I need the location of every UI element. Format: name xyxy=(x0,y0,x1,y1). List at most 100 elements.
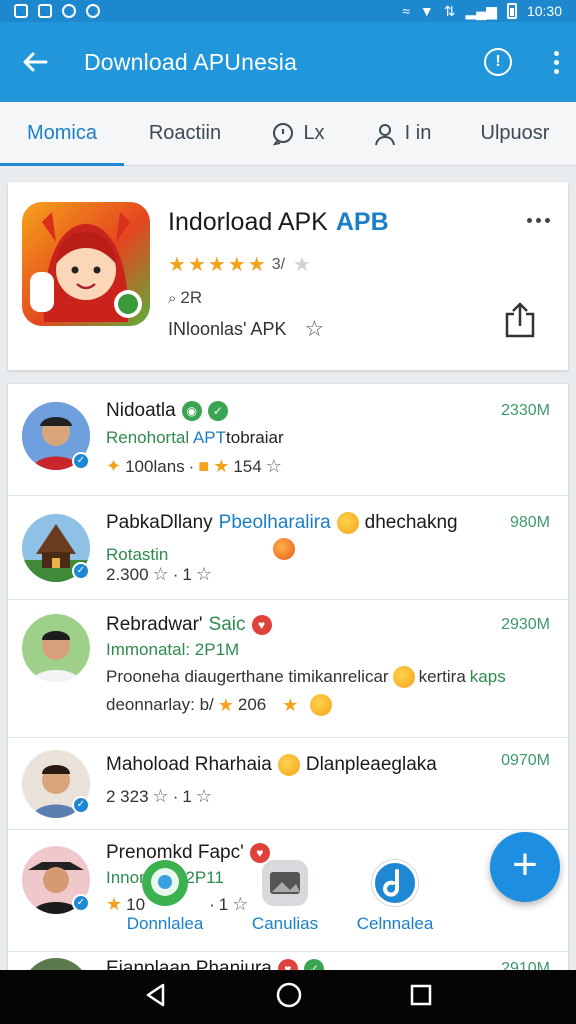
star-icon: ★ xyxy=(217,694,234,715)
wifi-icon: ≈ xyxy=(402,3,410,19)
item-title: Rebradwar' Saic ♥ xyxy=(106,614,272,636)
nav-back-button[interactable] xyxy=(143,982,169,1013)
info-button[interactable]: ! xyxy=(484,48,512,76)
shortcut-canulias[interactable]: Canulias xyxy=(230,860,340,934)
heart-badge-icon: ♥ xyxy=(251,615,272,635)
star-empty-icon: ★ xyxy=(293,254,311,276)
bottom-shortcuts: Donnlalea Canulias Celnnalea xyxy=(100,860,460,940)
chat-bubble-icon xyxy=(142,860,188,906)
item-subtitle: Immonatal: 2P1M xyxy=(106,640,240,659)
separator-dot: · xyxy=(188,456,195,476)
circle-home-icon xyxy=(276,982,302,1007)
app-subtitle-row: INloonlas' APK ☆ xyxy=(168,316,324,342)
list-item[interactable]: ✓ Nidoatla ◉ ✓ 2330M Renohortal APTtobra… xyxy=(8,384,568,496)
item-meta: 2 323 ☆ · 1 ☆ xyxy=(106,786,212,807)
item-title-text: Nidoatla xyxy=(106,400,176,421)
check-badge-icon: ✓ xyxy=(207,401,228,421)
verified-badge-icon: ✓ xyxy=(72,796,90,814)
verified-badge-icon: ✓ xyxy=(72,894,90,912)
star-icon: ★ xyxy=(187,254,206,276)
status-bar: ≈ ▼ ⇅ ▂▄▆ 10:30 xyxy=(0,0,576,22)
featured-app-card[interactable]: Indorload APK APB ★ ★ ★ ★ ★ 3/ ★ ⌕ 2R INloonl… xyxy=(8,182,568,370)
download-count: ⌕ 2R xyxy=(168,288,202,308)
app-name: Indorload APK xyxy=(168,208,328,236)
card-more-button[interactable] xyxy=(527,218,550,223)
item-subtitle-b: APT xyxy=(192,428,227,447)
gallery-notification-icon xyxy=(14,4,28,18)
clock: 10:30 xyxy=(526,3,562,19)
item-size: 2930M xyxy=(501,616,550,633)
tab-ulpuosr[interactable]: Ulpuosr xyxy=(454,102,576,166)
item-title: Nidoatla ◉ ✓ xyxy=(106,400,228,422)
item-title-text: Rebradwar' xyxy=(106,614,203,635)
share-button[interactable] xyxy=(504,302,536,343)
list-item[interactable]: Rebradwar' Saic ♥ 2930M Immonatal: 2P1M … xyxy=(8,600,568,738)
item-title-text: PabkaDllany xyxy=(106,512,213,533)
nav-recents-button[interactable] xyxy=(409,983,433,1012)
list-item[interactable]: ✓ PabkaDllany Pbeolharalira dhechakng 98… xyxy=(8,496,568,600)
item-meta-a: 100lans xyxy=(125,456,185,476)
add-fab-button[interactable]: + xyxy=(490,832,560,902)
rating-score: 3/ xyxy=(271,255,286,273)
tab-i-in[interactable]: I in xyxy=(350,102,454,166)
shortcut-donnlalea[interactable]: Donnlalea xyxy=(110,860,220,934)
emoji-icon xyxy=(392,666,415,688)
star-outline-icon: ☆ xyxy=(195,786,212,806)
list-item[interactable]: ✓ Mahoload Rharhaia Dlanpleaeglaka 0970M… xyxy=(8,738,568,830)
item-meta-b: 154 xyxy=(233,456,262,476)
star-icon: ★ xyxy=(227,254,246,276)
status-left-icons xyxy=(14,4,100,18)
game-badge-icon: ◉ xyxy=(181,401,202,421)
gallery-icon xyxy=(262,860,308,906)
tab-label: Momica xyxy=(26,122,97,144)
tab-label: I in xyxy=(404,122,432,144)
rating-stars: ★ ★ ★ ★ ★ 3/ ★ xyxy=(168,252,311,277)
status-right-icons: ≈ ▼ ⇅ ▂▄▆ 10:30 xyxy=(402,3,562,19)
more-dot-icon xyxy=(553,59,559,65)
item-meta-b: 1 xyxy=(182,564,192,584)
tab-bar: Momica Roactiin Lx I in Ulpuosr xyxy=(0,102,576,166)
star-outline-icon: ☆ xyxy=(265,456,282,476)
item-meta-a: 2.300 xyxy=(106,564,149,584)
sparkle-icon: ★ xyxy=(282,694,299,715)
item-meta-a: 2 323 xyxy=(106,786,149,806)
item-meta-e: 206 xyxy=(237,695,267,714)
more-dot-icon xyxy=(553,50,559,56)
back-button[interactable] xyxy=(0,22,70,102)
app-bar: Download APUnesia ! xyxy=(0,22,576,102)
sync-notification-icon xyxy=(62,4,76,18)
item-meta: Prooneha diaugerthane timikanrelicar ker… xyxy=(106,666,506,688)
app-title: Indorload APK APB xyxy=(168,208,389,237)
tab-lx[interactable]: Lx xyxy=(246,102,350,166)
more-dot-icon xyxy=(536,218,541,223)
item-title-c: dhechakng xyxy=(364,512,458,533)
item-meta-line2: deonnarlay: b/ ★ 206 ★ xyxy=(106,694,333,716)
shortcut-celnnalea[interactable]: Celnnalea xyxy=(340,860,450,934)
item-size: 980M xyxy=(509,514,550,531)
item-title-b: Saic xyxy=(208,614,246,635)
overflow-menu-button[interactable] xyxy=(536,50,576,74)
more-dot-icon xyxy=(545,218,550,223)
avatar xyxy=(22,614,90,682)
battery-icon xyxy=(506,3,517,19)
item-meta-b: 1 xyxy=(182,786,192,806)
item-size: 0970M xyxy=(501,752,550,769)
item-title-text: Mahoload Rharhaia xyxy=(106,754,272,775)
item-subtitle: Rotastin xyxy=(106,538,296,565)
tab-roactiin[interactable]: Roactiin xyxy=(124,102,246,166)
favorite-star-icon[interactable]: ☆ xyxy=(305,316,325,342)
signal-icon: ▂▄▆ xyxy=(465,3,497,19)
item-title: PabkaDllany Pbeolharalira dhechakng xyxy=(106,512,458,534)
shield-icon: ▼ xyxy=(419,3,434,19)
emoji-icon xyxy=(277,754,300,776)
item-title-b: Dlanpleaeglaka xyxy=(305,754,437,775)
nav-home-button[interactable] xyxy=(275,981,303,1014)
star-outline-icon: ☆ xyxy=(195,564,212,584)
square-recents-icon xyxy=(410,984,432,1005)
triangle-back-icon xyxy=(146,983,165,1006)
item-meta-b: kertira xyxy=(418,667,466,686)
item-subtitle: Renohortal APTtobraiar xyxy=(106,428,284,448)
app-subtitle: INloonlas' APK xyxy=(168,318,287,339)
item-title-b: Pbeolharalira xyxy=(218,512,331,533)
tab-momica[interactable]: Momica xyxy=(0,102,124,166)
